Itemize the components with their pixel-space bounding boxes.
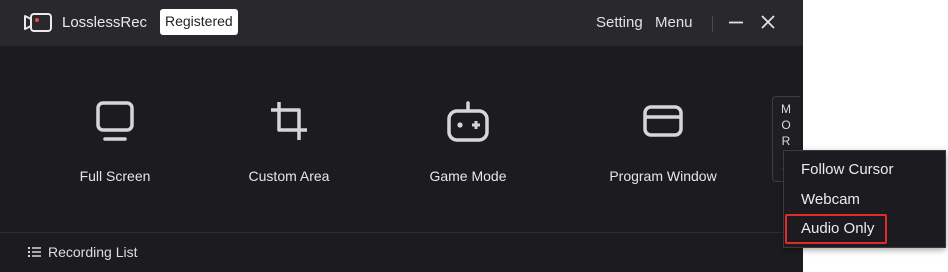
mode-program-window[interactable]: Program Window [598, 100, 728, 184]
title-bar: LosslessRec Registered Setting Menu [0, 0, 803, 46]
gamepad-icon [447, 101, 489, 142]
app-logo-icon [24, 13, 52, 32]
more-letter: M [781, 102, 791, 116]
more-letter: O [781, 118, 791, 132]
monitor-icon [96, 101, 134, 141]
app-window: LosslessRec Registered Setting Menu Full… [0, 0, 803, 272]
mode-label: Game Mode [429, 168, 507, 184]
recording-list-label: Recording List [48, 244, 138, 260]
mode-custom-area[interactable]: Custom Area [224, 100, 354, 184]
minimize-icon[interactable] [728, 14, 744, 30]
window-icon [643, 105, 683, 137]
menu-button[interactable]: Menu [655, 14, 693, 31]
more-letter: R [781, 134, 791, 148]
mode-label: Custom Area [248, 168, 330, 184]
setting-button[interactable]: Setting [596, 14, 643, 31]
titlebar-divider [712, 16, 713, 32]
mode-label: Full Screen [79, 168, 151, 184]
registered-badge: Registered [160, 9, 238, 35]
app-name: LosslessRec [62, 14, 148, 31]
more-dropdown-menu: Follow Cursor Webcam Audio Only [783, 150, 946, 248]
footer-divider [0, 232, 803, 233]
close-icon[interactable] [760, 14, 776, 30]
mode-label: Program Window [609, 168, 717, 184]
menu-item-webcam[interactable]: Webcam [784, 185, 945, 215]
list-icon [28, 247, 41, 257]
mode-game-mode[interactable]: Game Mode [403, 100, 533, 184]
menu-item-follow-cursor[interactable]: Follow Cursor [784, 155, 945, 185]
crop-icon [271, 102, 307, 140]
mode-full-screen[interactable]: Full Screen [50, 100, 180, 184]
menu-item-audio-only[interactable]: Audio Only [785, 214, 887, 244]
